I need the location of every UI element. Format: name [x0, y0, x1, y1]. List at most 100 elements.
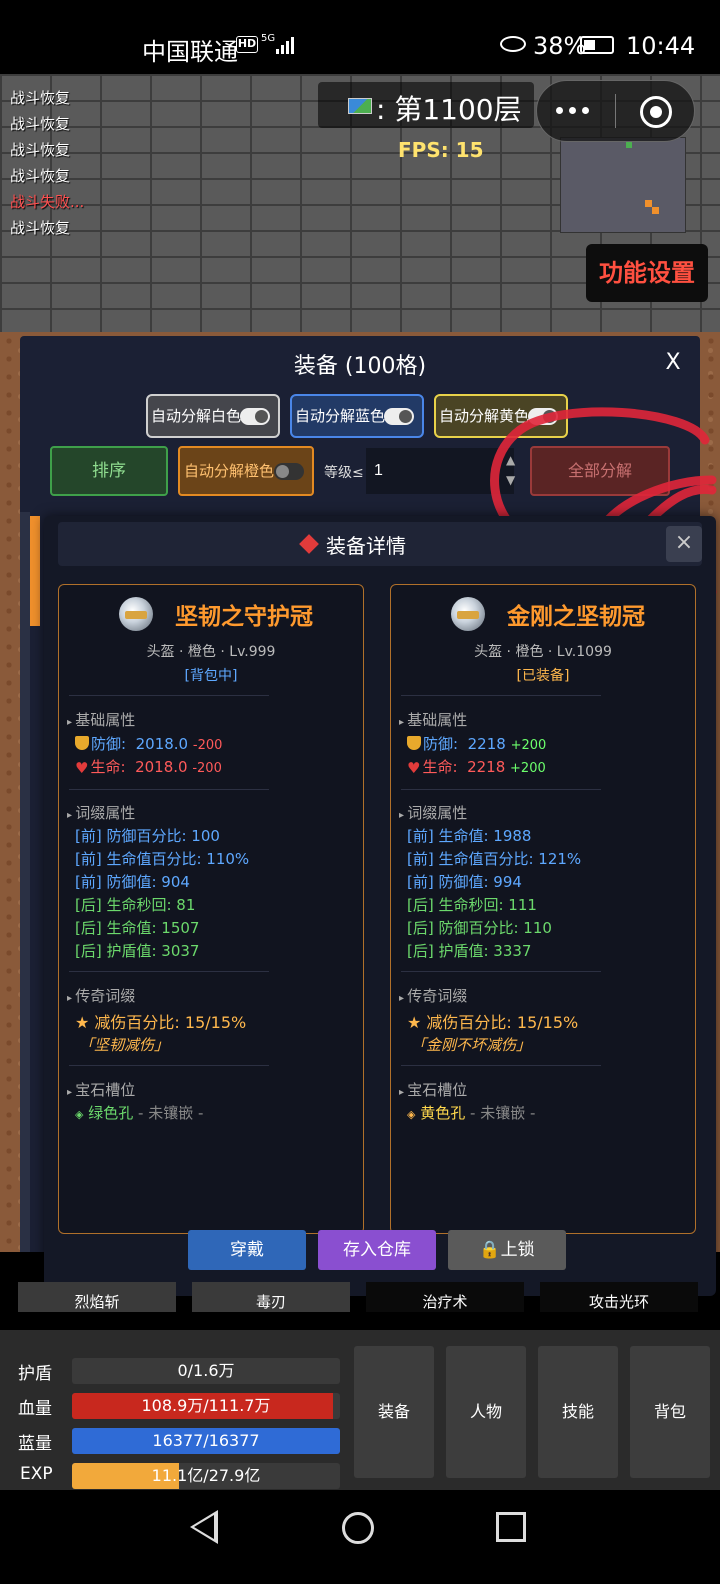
helmet-icon	[119, 597, 153, 631]
hp-stat: ♥ 生命: 2018.0 -200	[75, 756, 222, 777]
level-filter-label: 等级≤	[324, 465, 364, 481]
minimap-enemy-marker	[652, 207, 659, 214]
floor-label: : 第1100层	[376, 93, 522, 126]
legend-effect: ★ 减伤百分比: 15/15%	[407, 1013, 579, 1032]
hp-delta: +200	[510, 761, 546, 776]
legend-effect: ★ 减伤百分比: 15/15%	[75, 1013, 247, 1032]
store-warehouse-button[interactable]: 存入仓库	[318, 1230, 436, 1270]
skill-slot[interactable]: 攻击光环	[540, 1282, 698, 1312]
map-icon	[348, 98, 372, 114]
recent-apps-icon[interactable]	[496, 1512, 526, 1542]
gem-slot-color: 绿色孔	[88, 1104, 134, 1122]
bag-tab-button[interactable]: 背包	[630, 1346, 710, 1478]
section-label: 传奇词缀	[399, 985, 467, 1006]
legend-name: 「金刚不坏减伤」	[411, 1036, 532, 1054]
battery-percent: 38%	[533, 32, 587, 60]
equip-button[interactable]: 穿戴	[188, 1230, 306, 1270]
auto-decompose-yellow-toggle[interactable]: 自动分解黄色	[434, 394, 568, 438]
hd-badge: HD	[236, 36, 258, 53]
hp-label: 生命:	[90, 758, 126, 776]
eye-icon	[500, 36, 526, 52]
minimap[interactable]	[560, 137, 686, 233]
skill-slot[interactable]: 烈焰斩	[18, 1282, 176, 1312]
item-location: [背包中]	[184, 668, 238, 684]
section-label: 宝石槽位	[67, 1079, 135, 1100]
shield-bar: 0/1.6万	[72, 1358, 340, 1384]
auto-decompose-orange-toggle[interactable]: 自动分解橙色	[178, 446, 314, 496]
affix-line: [前] 生命值: 1988	[407, 827, 532, 845]
gem-slot-state: - 未镶嵌 -	[133, 1104, 204, 1122]
sort-button[interactable]: 排序	[50, 446, 168, 496]
affix-line: [前] 生命值百分比: 110%	[75, 850, 250, 868]
fps-counter: FPS: 15	[398, 138, 484, 162]
detail-close-button[interactable]: ×	[666, 526, 702, 562]
skill-slot[interactable]: 治疗术	[366, 1282, 524, 1312]
combat-log-entry: 战斗恢复	[10, 141, 71, 159]
defense-stat: 防御: 2218 +200	[407, 733, 546, 754]
gem-slot-state: - 未镶嵌 -	[465, 1104, 536, 1122]
divider	[401, 789, 601, 790]
equipment-tab-button[interactable]: 装备	[354, 1346, 434, 1478]
auto-decompose-orange-label: 自动分解橙色	[184, 462, 275, 480]
item-location: [已装备]	[516, 668, 570, 684]
combat-log-entry: 战斗恢复	[10, 115, 71, 133]
equipment-panel-title: 装备 (100格)	[293, 354, 427, 379]
section-label: 基础属性	[399, 709, 467, 730]
decompose-all-button[interactable]: 全部分解	[530, 446, 670, 496]
toggle-switch-icon	[384, 408, 414, 425]
back-icon[interactable]	[190, 1510, 218, 1544]
item-name: 坚韧之守护冠	[175, 604, 313, 630]
item-card-equipped: 金刚之坚韧冠 头盔 · 橙色 · Lv.1099 [已装备] 基础属性 防御: …	[390, 584, 696, 1234]
lock-button[interactable]: 🔒上锁	[448, 1230, 566, 1270]
hp-value: 2218	[467, 758, 506, 776]
hp-delta: -200	[192, 761, 222, 776]
level-stepper-icon[interactable]: ▲ ▼	[506, 450, 515, 490]
legend-name: 「坚韧减伤」	[79, 1036, 170, 1054]
section-label: 基础属性	[67, 709, 135, 730]
toggle-switch-icon	[274, 463, 304, 480]
section-label: 词缀属性	[67, 802, 135, 823]
exp-bar: 11.1亿/27.9亿	[72, 1463, 340, 1489]
affix-line: [前] 防御百分比: 100	[75, 827, 220, 845]
inventory-item-slot[interactable]	[30, 516, 40, 626]
affix-line: [后] 生命秒回: 81	[75, 896, 196, 914]
item-meta: 头盔 · 橙色 · Lv.999	[146, 644, 276, 660]
hp-bar: 108.9万/111.7万	[72, 1393, 340, 1419]
more-menu-button[interactable]	[552, 96, 608, 126]
auto-decompose-blue-toggle[interactable]: 自动分解蓝色	[290, 394, 424, 438]
clock: 10:44	[626, 32, 696, 60]
minimap-enemy-marker	[645, 200, 652, 207]
defense-stat: 防御: 2018.0 -200	[75, 733, 222, 754]
gem-slot-color: 黄色孔	[420, 1104, 466, 1122]
shield-icon	[407, 736, 421, 750]
divider	[69, 789, 269, 790]
exp-value: 11.1亿/27.9亿	[151, 1466, 261, 1485]
divider	[69, 971, 269, 972]
gem-slot: ◈ 绿色孔 - 未镶嵌 -	[75, 1102, 203, 1123]
carrier-name: 中国联通	[142, 38, 238, 66]
gem-slot: ◈ 黄色孔 - 未镶嵌 -	[407, 1102, 535, 1123]
affix-line: [后] 防御百分比: 110	[407, 919, 552, 937]
combat-log-entry: 战斗恢复	[10, 89, 71, 107]
skills-tab-button[interactable]: 技能	[538, 1346, 618, 1478]
section-label: 宝石槽位	[399, 1079, 467, 1100]
auto-decompose-white-toggle[interactable]: 自动分解白色	[146, 394, 280, 438]
level-filter-input[interactable]	[366, 448, 514, 494]
close-miniprogram-icon[interactable]	[640, 96, 672, 128]
affix-line: [前] 防御值: 994	[407, 873, 522, 891]
equipment-close-button[interactable]: X	[656, 346, 690, 380]
section-label: 词缀属性	[399, 802, 467, 823]
divider	[401, 971, 601, 972]
gem-socket-icon: ◈	[75, 1108, 84, 1121]
detail-title: 装备详情	[326, 534, 406, 558]
skill-slot[interactable]: 毒刃	[192, 1282, 350, 1312]
hp-stat: ♥ 生命: 2218 +200	[407, 756, 546, 777]
shield-value: 0/1.6万	[177, 1361, 235, 1380]
function-settings-button[interactable]: 功能设置	[586, 244, 708, 302]
lock-icon: 🔒	[479, 1240, 501, 1260]
affix-line: [前] 生命值百分比: 121%	[407, 850, 582, 868]
home-icon[interactable]	[342, 1512, 374, 1544]
hp-label: 生命:	[422, 758, 458, 776]
character-tab-button[interactable]: 人物	[446, 1346, 526, 1478]
more-dots-icon	[556, 107, 563, 114]
